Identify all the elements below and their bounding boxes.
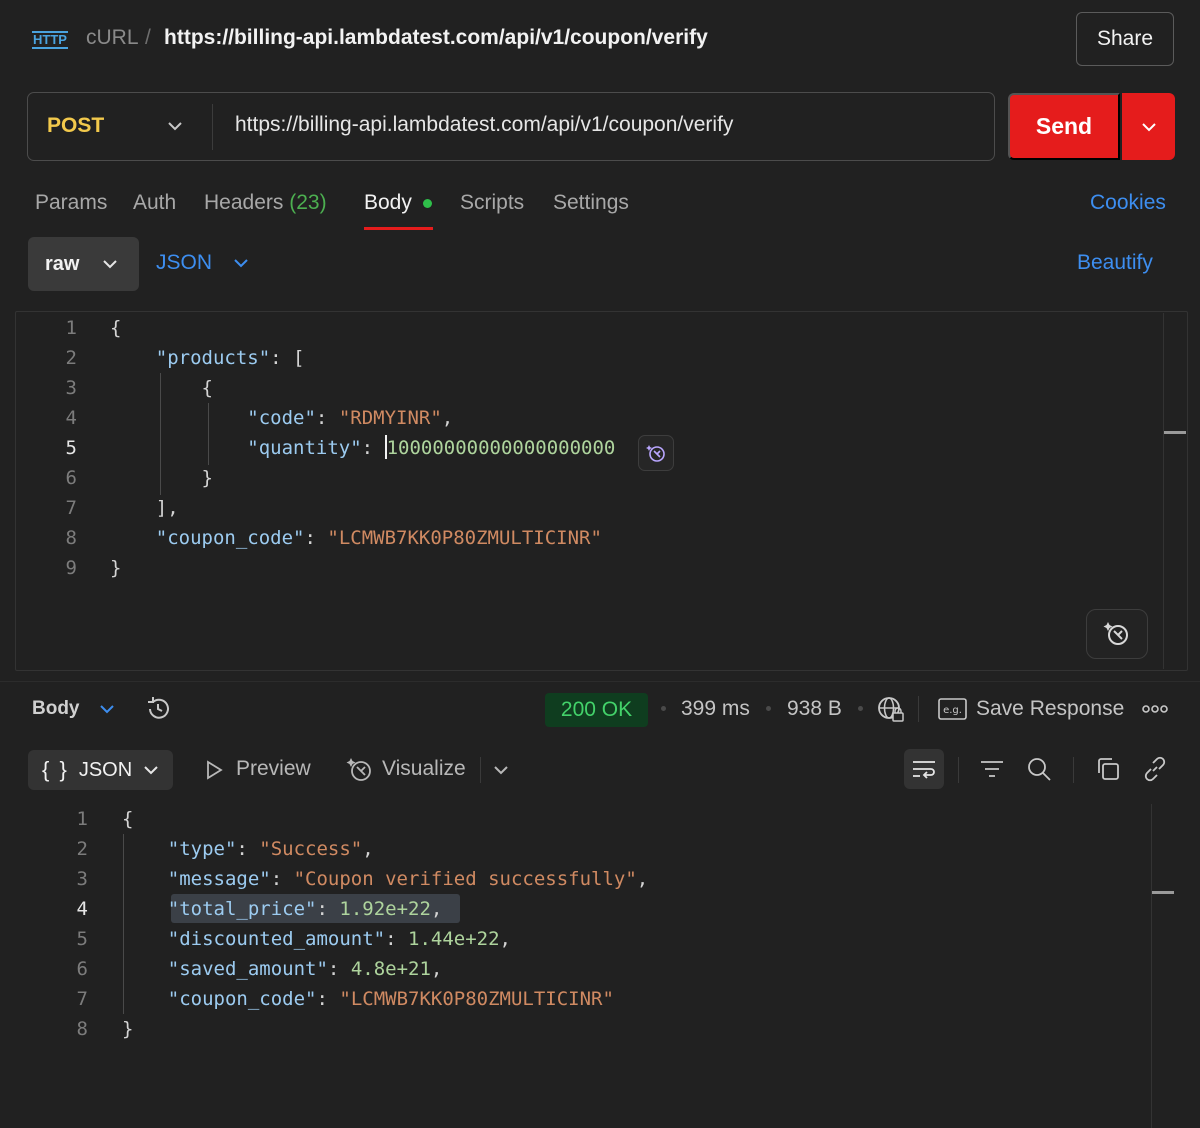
preview-button[interactable]: Preview bbox=[236, 757, 311, 781]
body-mode-select[interactable]: raw bbox=[28, 237, 139, 291]
body-format-label: JSON bbox=[156, 251, 213, 274]
request-scroll-thumb[interactable] bbox=[1164, 431, 1186, 434]
chevron-down-icon[interactable] bbox=[491, 760, 511, 780]
body-modified-dot bbox=[423, 199, 432, 208]
save-response-button[interactable]: Save Response bbox=[976, 697, 1124, 721]
breadcrumb-separator: / bbox=[145, 26, 151, 49]
active-tab-indicator bbox=[364, 227, 433, 230]
link-icon bbox=[1144, 756, 1166, 782]
search-icon bbox=[1028, 758, 1051, 781]
ai-assist-button[interactable] bbox=[1086, 609, 1148, 659]
request-line-numbers: 1 2 3 4 5 6 7 8 9 bbox=[65, 317, 77, 579]
response-scroll-thumb[interactable] bbox=[1152, 891, 1174, 894]
wrap-lines-icon bbox=[913, 761, 935, 779]
body-mode-label: raw bbox=[45, 252, 80, 275]
quantity-value: 10000000000000000000 bbox=[386, 437, 616, 459]
tab-auth[interactable]: Auth bbox=[133, 191, 176, 215]
response-size[interactable]: 938 B bbox=[787, 697, 842, 721]
wrap-lines-button[interactable] bbox=[904, 749, 944, 789]
breadcrumb-parent[interactable]: cURL bbox=[86, 26, 139, 50]
toolbar-divider bbox=[958, 757, 959, 783]
filter-button[interactable] bbox=[972, 749, 1012, 789]
chevron-down-icon bbox=[1141, 122, 1156, 131]
method-select[interactable]: POST bbox=[47, 114, 104, 138]
chevron-down-icon[interactable] bbox=[98, 700, 116, 718]
panel-divider[interactable] bbox=[0, 681, 1200, 682]
tab-params[interactable]: Params bbox=[35, 191, 107, 215]
toolbar-divider bbox=[480, 757, 481, 783]
visualize-icon[interactable] bbox=[345, 755, 375, 785]
status-badge[interactable]: 200 OK bbox=[545, 693, 648, 727]
response-scrollbar[interactable] bbox=[1151, 804, 1152, 1128]
body-format-select[interactable]: JSON bbox=[156, 251, 250, 275]
toolbar-divider bbox=[918, 696, 919, 722]
separator-dot bbox=[661, 706, 666, 711]
request-code: { "products": [ { "code": "RDMYINR", "qu… bbox=[110, 317, 616, 579]
response-time[interactable]: 399 ms bbox=[681, 697, 750, 721]
send-options-button[interactable] bbox=[1122, 93, 1175, 160]
tab-headers[interactable]: Headers (23) bbox=[204, 191, 327, 215]
copy-icon bbox=[1098, 758, 1119, 780]
example-icon[interactable]: e.g. bbox=[938, 697, 968, 721]
separator-dot bbox=[858, 706, 863, 711]
visualize-button[interactable]: Visualize bbox=[382, 757, 466, 781]
ai-assist-inline-button[interactable] bbox=[638, 435, 674, 471]
history-icon[interactable] bbox=[143, 694, 173, 724]
play-icon[interactable] bbox=[203, 759, 225, 781]
response-line-numbers: 1 2 3 4 5 6 7 8 bbox=[76, 808, 88, 1040]
share-button[interactable]: Share bbox=[1076, 12, 1174, 66]
headers-count-badge: (23) bbox=[289, 191, 327, 214]
svg-text:e.g.: e.g. bbox=[943, 705, 962, 716]
chevron-down-icon bbox=[103, 260, 118, 269]
network-globe-icon[interactable] bbox=[876, 695, 906, 725]
url-divider bbox=[212, 104, 213, 150]
more-options-icon[interactable] bbox=[1142, 702, 1168, 716]
separator-dot bbox=[766, 706, 771, 711]
braces-icon: { } bbox=[42, 757, 69, 782]
http-icon: HTTP bbox=[32, 31, 68, 49]
response-code[interactable]: { "type": "Success", "message": "Coupon … bbox=[122, 804, 648, 1044]
link-button[interactable] bbox=[1135, 749, 1175, 789]
ai-sparkle-icon bbox=[646, 445, 665, 462]
request-scrollbar[interactable] bbox=[1163, 313, 1164, 669]
ai-sparkle-icon bbox=[1103, 622, 1128, 645]
beautify-link[interactable]: Beautify bbox=[1077, 251, 1153, 275]
response-format-label: JSON bbox=[78, 758, 133, 781]
tab-settings[interactable]: Settings bbox=[553, 191, 629, 215]
total-price-value: 1.92e+22 bbox=[339, 898, 431, 920]
filter-icon bbox=[981, 761, 1003, 777]
cookies-link[interactable]: Cookies bbox=[1090, 191, 1166, 215]
toolbar-divider bbox=[1073, 757, 1074, 783]
search-button[interactable] bbox=[1019, 749, 1059, 789]
tab-headers-label: Headers bbox=[204, 191, 284, 214]
url-input[interactable]: https://billing-api.lambdatest.com/api/v… bbox=[235, 113, 733, 137]
send-button[interactable]: Send bbox=[1008, 93, 1120, 160]
tab-body[interactable]: Body bbox=[364, 191, 412, 215]
response-format-select[interactable]: { } JSON bbox=[28, 750, 173, 790]
response-body-select[interactable]: Body bbox=[32, 698, 80, 720]
chevron-down-icon[interactable] bbox=[164, 114, 186, 138]
tab-scripts[interactable]: Scripts bbox=[460, 191, 524, 215]
copy-button[interactable] bbox=[1088, 749, 1128, 789]
chevron-down-icon bbox=[144, 766, 158, 775]
chevron-down-icon bbox=[234, 259, 248, 268]
request-title[interactable]: https://billing-api.lambdatest.com/api/v… bbox=[164, 26, 708, 50]
